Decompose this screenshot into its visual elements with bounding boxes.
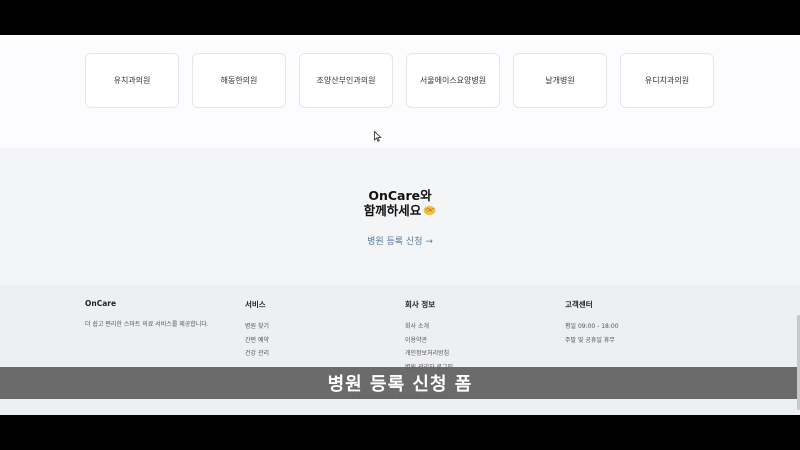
- video-caption-text: 병원 등록 신청 폼: [327, 374, 473, 395]
- video-letterbox-bottom: [0, 415, 800, 450]
- page: 유치과의원 해동한의원 조양산부인과의원 서울에이스요양병원 날개병원 유디치과…: [0, 35, 800, 415]
- footer-company-column: 회사 정보 회사 소개 이용약관 개인정보처리방침 병원 관리자 로그인: [405, 299, 453, 374]
- hospital-card[interactable]: 날개병원: [513, 53, 607, 108]
- footer-link-terms[interactable]: 이용약관: [405, 334, 453, 348]
- hospital-card-row: 유치과의원 해동한의원 조양산부인과의원 서울에이스요양병원 날개병원 유디치과…: [85, 53, 714, 108]
- cta-title: OnCare와 함께하세요: [0, 188, 800, 218]
- footer-services-column: 서비스 병원 찾기 간편 예약 건강 관리: [245, 299, 269, 361]
- join-cta-section: OnCare와 함께하세요 병원 등록 신청 →: [0, 148, 800, 285]
- footer-link-health-care[interactable]: 건강 관리: [245, 347, 269, 361]
- footer-services-heading: 서비스: [245, 300, 266, 309]
- video-caption-bar: 병원 등록 신청 폼: [0, 367, 800, 399]
- footer-support-heading: 고객센터: [565, 300, 593, 309]
- hospital-card[interactable]: 해동한의원: [192, 53, 286, 108]
- hospital-registration-link[interactable]: 병원 등록 신청 →: [0, 234, 800, 247]
- cta-title-line2: 함께하세요: [363, 203, 422, 218]
- footer-support-column: 고객센터 평일 09:00 - 18:00 주말 및 공휴일 휴무: [565, 299, 619, 347]
- footer-support-holiday: 주말 및 공휴일 휴무: [565, 336, 615, 344]
- footer-link-privacy[interactable]: 개인정보처리방침: [405, 347, 453, 361]
- footer-tagline: 더 쉽고 편리한 스마트 의료 서비스를 제공합니다.: [85, 321, 209, 328]
- footer-company-heading: 회사 정보: [405, 300, 436, 309]
- mouse-cursor-icon: [374, 131, 382, 142]
- footer-link-find-hospital[interactable]: 병원 찾기: [245, 320, 269, 334]
- hospital-card[interactable]: 유디치과의원: [620, 53, 714, 108]
- hospital-card[interactable]: 유치과의원: [85, 53, 179, 108]
- hospital-card[interactable]: 조양산부인과의원: [299, 53, 393, 108]
- handshake-icon: [423, 205, 436, 216]
- footer-brand: OnCare: [85, 299, 117, 308]
- video-letterbox-top: [0, 0, 800, 35]
- footer-brand-column: OnCare 더 쉽고 편리한 스마트 의료 서비스를 제공합니다.: [85, 299, 209, 332]
- footer-link-about[interactable]: 회사 소개: [405, 320, 453, 334]
- footer-link-easy-booking[interactable]: 간편 예약: [245, 334, 269, 348]
- hospital-card[interactable]: 서울에이스요양병원: [406, 53, 500, 108]
- cta-title-line1: OnCare와: [368, 188, 432, 203]
- footer-support-hours: 평일 09:00 - 18:00: [565, 323, 619, 330]
- partner-hospitals-section: 유치과의원 해동한의원 조양산부인과의원 서울에이스요양병원 날개병원 유디치과…: [0, 35, 800, 148]
